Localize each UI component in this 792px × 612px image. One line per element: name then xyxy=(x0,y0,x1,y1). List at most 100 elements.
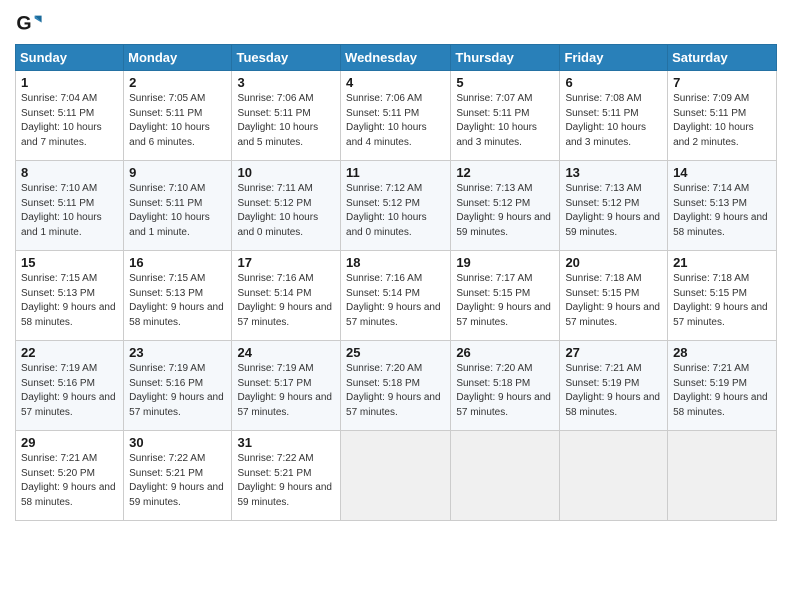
calendar-cell: 9 Sunrise: 7:10 AMSunset: 5:11 PMDaylight… xyxy=(124,161,232,251)
calendar-week-4: 22Sunrise: 7:19 AMSunset: 5:16 PMDayligh… xyxy=(16,341,777,431)
calendar-cell: 11Sunrise: 7:12 AMSunset: 5:12 PMDayligh… xyxy=(341,161,451,251)
page-header: G xyxy=(15,10,777,38)
calendar-cell: 27 Sunrise: 7:21 AMSunset: 5:19 PMDayligh… xyxy=(560,341,668,431)
day-info: Sunrise: 7:04 AMSunset: 5:11 PMDaylight:… xyxy=(21,92,118,150)
day-number: 7 xyxy=(673,75,771,90)
day-number: 5 xyxy=(456,75,554,90)
column-header-wednesday: Wednesday xyxy=(341,45,451,71)
day-info: Sunrise: 7:10 AMSunset: 5:11 PMDaylight:… xyxy=(129,182,226,240)
day-number: 15 xyxy=(21,255,118,270)
day-info: Sunrise: 7:19 AMSunset: 5:17 PMDaylight:… xyxy=(237,362,335,420)
calendar-cell: 28Sunrise: 7:21 AMSunset: 5:19 PMDayligh… xyxy=(668,341,777,431)
logo-icon: G xyxy=(15,10,43,38)
calendar-cell: 5 Sunrise: 7:07 AMSunset: 5:11 PMDaylight… xyxy=(451,71,560,161)
day-number: 18 xyxy=(346,255,445,270)
calendar-cell: 22Sunrise: 7:19 AMSunset: 5:16 PMDayligh… xyxy=(16,341,124,431)
day-info: Sunrise: 7:06 AMSunset: 5:11 PMDaylight:… xyxy=(346,92,445,150)
day-info: Sunrise: 7:15 AMSunset: 5:13 PMDaylight:… xyxy=(21,272,118,330)
day-info: Sunrise: 7:16 AMSunset: 5:14 PMDaylight:… xyxy=(237,272,335,330)
calendar-cell: 24 Sunrise: 7:19 AMSunset: 5:17 PMDayligh… xyxy=(232,341,341,431)
calendar-cell: 19 Sunrise: 7:17 AMSunset: 5:15 PMDayligh… xyxy=(451,251,560,341)
calendar-cell: 4 Sunrise: 7:06 AMSunset: 5:11 PMDaylight… xyxy=(341,71,451,161)
day-number: 31 xyxy=(237,435,335,450)
logo: G xyxy=(15,10,47,38)
svg-text:G: G xyxy=(16,13,31,35)
day-number: 2 xyxy=(129,75,226,90)
calendar-cell xyxy=(668,431,777,521)
calendar-cell: 21 Sunrise: 7:18 AMSunset: 5:15 PMDayligh… xyxy=(668,251,777,341)
day-number: 24 xyxy=(237,345,335,360)
calendar-cell: 23 Sunrise: 7:19 AMSunset: 5:16 PMDayligh… xyxy=(124,341,232,431)
calendar-cell: 8 Sunrise: 7:10 AMSunset: 5:11 PMDaylight… xyxy=(16,161,124,251)
calendar-cell xyxy=(451,431,560,521)
calendar-cell: 6Sunrise: 7:08 AMSunset: 5:11 PMDaylight… xyxy=(560,71,668,161)
day-info: Sunrise: 7:11 AMSunset: 5:12 PMDaylight:… xyxy=(237,182,335,240)
day-info: Sunrise: 7:07 AMSunset: 5:11 PMDaylight:… xyxy=(456,92,554,150)
day-info: Sunrise: 7:22 AMSunset: 5:21 PMDaylight:… xyxy=(129,452,226,510)
calendar-cell: 7 Sunrise: 7:09 AMSunset: 5:11 PMDaylight… xyxy=(668,71,777,161)
column-header-monday: Monday xyxy=(124,45,232,71)
calendar-cell: 3Sunrise: 7:06 AMSunset: 5:11 PMDaylight… xyxy=(232,71,341,161)
day-number: 26 xyxy=(456,345,554,360)
calendar-cell xyxy=(560,431,668,521)
day-number: 9 xyxy=(129,165,226,180)
day-number: 20 xyxy=(565,255,662,270)
day-info: Sunrise: 7:05 AMSunset: 5:11 PMDaylight:… xyxy=(129,92,226,150)
day-info: Sunrise: 7:17 AMSunset: 5:15 PMDaylight:… xyxy=(456,272,554,330)
day-number: 19 xyxy=(456,255,554,270)
calendar-week-3: 15 Sunrise: 7:15 AMSunset: 5:13 PMDayligh… xyxy=(16,251,777,341)
calendar-cell: 26Sunrise: 7:20 AMSunset: 5:18 PMDayligh… xyxy=(451,341,560,431)
day-info: Sunrise: 7:16 AMSunset: 5:14 PMDaylight:… xyxy=(346,272,445,330)
calendar-table: SundayMondayTuesdayWednesdayThursdayFrid… xyxy=(15,44,777,521)
day-info: Sunrise: 7:21 AMSunset: 5:20 PMDaylight:… xyxy=(21,452,118,510)
calendar-cell: 1 Sunrise: 7:04 AMSunset: 5:11 PMDaylight… xyxy=(16,71,124,161)
day-number: 23 xyxy=(129,345,226,360)
calendar-cell: 2 Sunrise: 7:05 AMSunset: 5:11 PMDaylight… xyxy=(124,71,232,161)
day-info: Sunrise: 7:08 AMSunset: 5:11 PMDaylight:… xyxy=(565,92,662,150)
calendar-cell: 17 Sunrise: 7:16 AMSunset: 5:14 PMDayligh… xyxy=(232,251,341,341)
day-info: Sunrise: 7:19 AMSunset: 5:16 PMDaylight:… xyxy=(21,362,118,420)
calendar-cell: 10 Sunrise: 7:11 AMSunset: 5:12 PMDayligh… xyxy=(232,161,341,251)
day-number: 8 xyxy=(21,165,118,180)
day-number: 17 xyxy=(237,255,335,270)
day-number: 14 xyxy=(673,165,771,180)
calendar-cell xyxy=(341,431,451,521)
day-number: 12 xyxy=(456,165,554,180)
day-info: Sunrise: 7:12 AMSunset: 5:12 PMDaylight:… xyxy=(346,182,445,240)
day-info: Sunrise: 7:22 AMSunset: 5:21 PMDaylight:… xyxy=(237,452,335,510)
calendar-cell: 18 Sunrise: 7:16 AMSunset: 5:14 PMDayligh… xyxy=(341,251,451,341)
day-info: Sunrise: 7:15 AMSunset: 5:13 PMDaylight:… xyxy=(129,272,226,330)
day-number: 25 xyxy=(346,345,445,360)
day-number: 21 xyxy=(673,255,771,270)
day-number: 4 xyxy=(346,75,445,90)
column-header-saturday: Saturday xyxy=(668,45,777,71)
day-info: Sunrise: 7:20 AMSunset: 5:18 PMDaylight:… xyxy=(346,362,445,420)
calendar-cell: 30 Sunrise: 7:22 AMSunset: 5:21 PMDayligh… xyxy=(124,431,232,521)
calendar-cell: 15 Sunrise: 7:15 AMSunset: 5:13 PMDayligh… xyxy=(16,251,124,341)
day-info: Sunrise: 7:21 AMSunset: 5:19 PMDaylight:… xyxy=(565,362,662,420)
day-info: Sunrise: 7:13 AMSunset: 5:12 PMDaylight:… xyxy=(456,182,554,240)
calendar-header-row: SundayMondayTuesdayWednesdayThursdayFrid… xyxy=(16,45,777,71)
day-number: 10 xyxy=(237,165,335,180)
calendar-cell: 20 Sunrise: 7:18 AMSunset: 5:15 PMDayligh… xyxy=(560,251,668,341)
day-info: Sunrise: 7:06 AMSunset: 5:11 PMDaylight:… xyxy=(237,92,335,150)
calendar-cell: 16 Sunrise: 7:15 AMSunset: 5:13 PMDayligh… xyxy=(124,251,232,341)
calendar-cell: 12 Sunrise: 7:13 AMSunset: 5:12 PMDayligh… xyxy=(451,161,560,251)
column-header-tuesday: Tuesday xyxy=(232,45,341,71)
day-number: 30 xyxy=(129,435,226,450)
day-number: 1 xyxy=(21,75,118,90)
column-header-sunday: Sunday xyxy=(16,45,124,71)
day-info: Sunrise: 7:18 AMSunset: 5:15 PMDaylight:… xyxy=(673,272,771,330)
calendar-cell: 31 Sunrise: 7:22 AMSunset: 5:21 PMDayligh… xyxy=(232,431,341,521)
calendar-cell: 29 Sunrise: 7:21 AMSunset: 5:20 PMDayligh… xyxy=(16,431,124,521)
day-number: 16 xyxy=(129,255,226,270)
day-info: Sunrise: 7:19 AMSunset: 5:16 PMDaylight:… xyxy=(129,362,226,420)
day-info: Sunrise: 7:09 AMSunset: 5:11 PMDaylight:… xyxy=(673,92,771,150)
calendar-week-5: 29 Sunrise: 7:21 AMSunset: 5:20 PMDayligh… xyxy=(16,431,777,521)
day-info: Sunrise: 7:10 AMSunset: 5:11 PMDaylight:… xyxy=(21,182,118,240)
calendar-week-2: 8 Sunrise: 7:10 AMSunset: 5:11 PMDaylight… xyxy=(16,161,777,251)
day-info: Sunrise: 7:18 AMSunset: 5:15 PMDaylight:… xyxy=(565,272,662,330)
day-number: 13 xyxy=(565,165,662,180)
day-number: 29 xyxy=(21,435,118,450)
day-number: 27 xyxy=(565,345,662,360)
